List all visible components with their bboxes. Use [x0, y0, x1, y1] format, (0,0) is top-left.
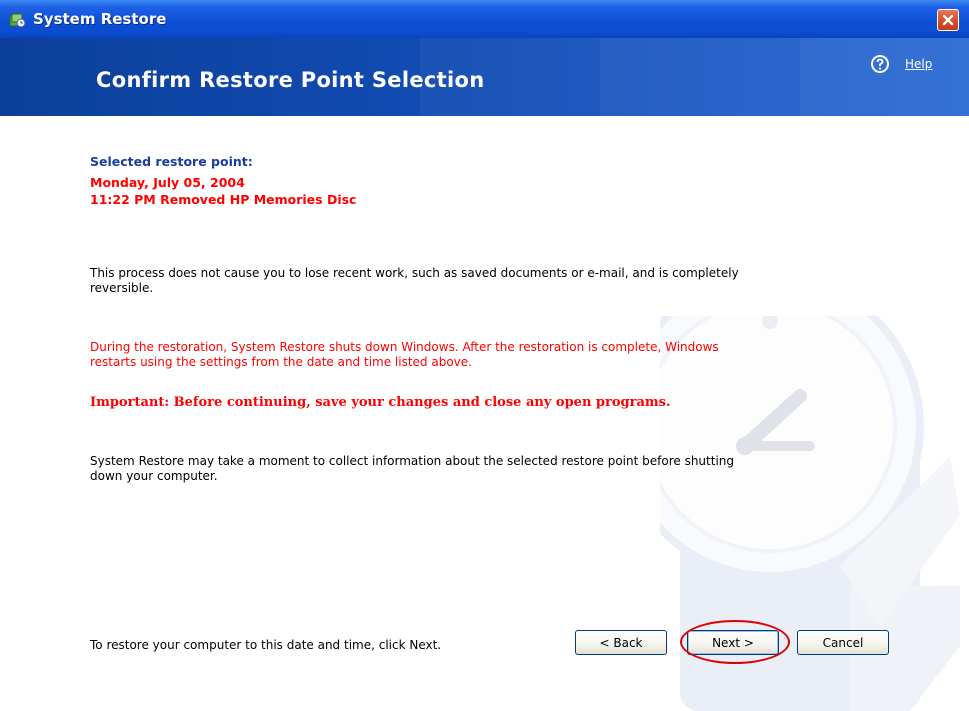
- selected-restore-point-label: Selected restore point:: [90, 154, 253, 169]
- shutdown-warning-text: During the restoration, System Restore s…: [90, 340, 719, 369]
- important-notice: Important: Before continuing, save your …: [90, 395, 671, 410]
- close-button[interactable]: [937, 9, 959, 31]
- close-icon: [942, 14, 954, 26]
- collect-info-text: System Restore may take a moment to coll…: [90, 454, 734, 483]
- restore-point-date: Monday, July 05, 2004: [90, 175, 245, 190]
- help-icon[interactable]: [870, 54, 890, 74]
- page-title: Confirm Restore Point Selection: [96, 68, 485, 92]
- main-content: Selected restore point: Monday, July 05,…: [0, 116, 969, 711]
- next-button-highlight: [680, 620, 790, 664]
- restore-point-description: 11:22 PM Removed HP Memories Disc: [90, 192, 357, 207]
- banner-panel: [800, 38, 969, 116]
- banner-panel: [600, 38, 800, 116]
- system-restore-icon: [9, 13, 26, 28]
- cancel-button[interactable]: Cancel: [797, 630, 889, 655]
- window-title: System Restore: [33, 10, 167, 28]
- back-button[interactable]: < Back: [575, 630, 667, 655]
- help-link[interactable]: Help: [905, 57, 932, 71]
- footer-instruction: To restore your computer to this date an…: [90, 638, 442, 652]
- title-bar[interactable]: System Restore: [0, 0, 969, 38]
- header-banner: Confirm Restore Point Selection Help: [0, 38, 969, 116]
- reversible-info-text: This process does not cause you to lose …: [90, 266, 739, 295]
- system-restore-window: System Restore Confirm Restore Point Sel…: [0, 0, 969, 711]
